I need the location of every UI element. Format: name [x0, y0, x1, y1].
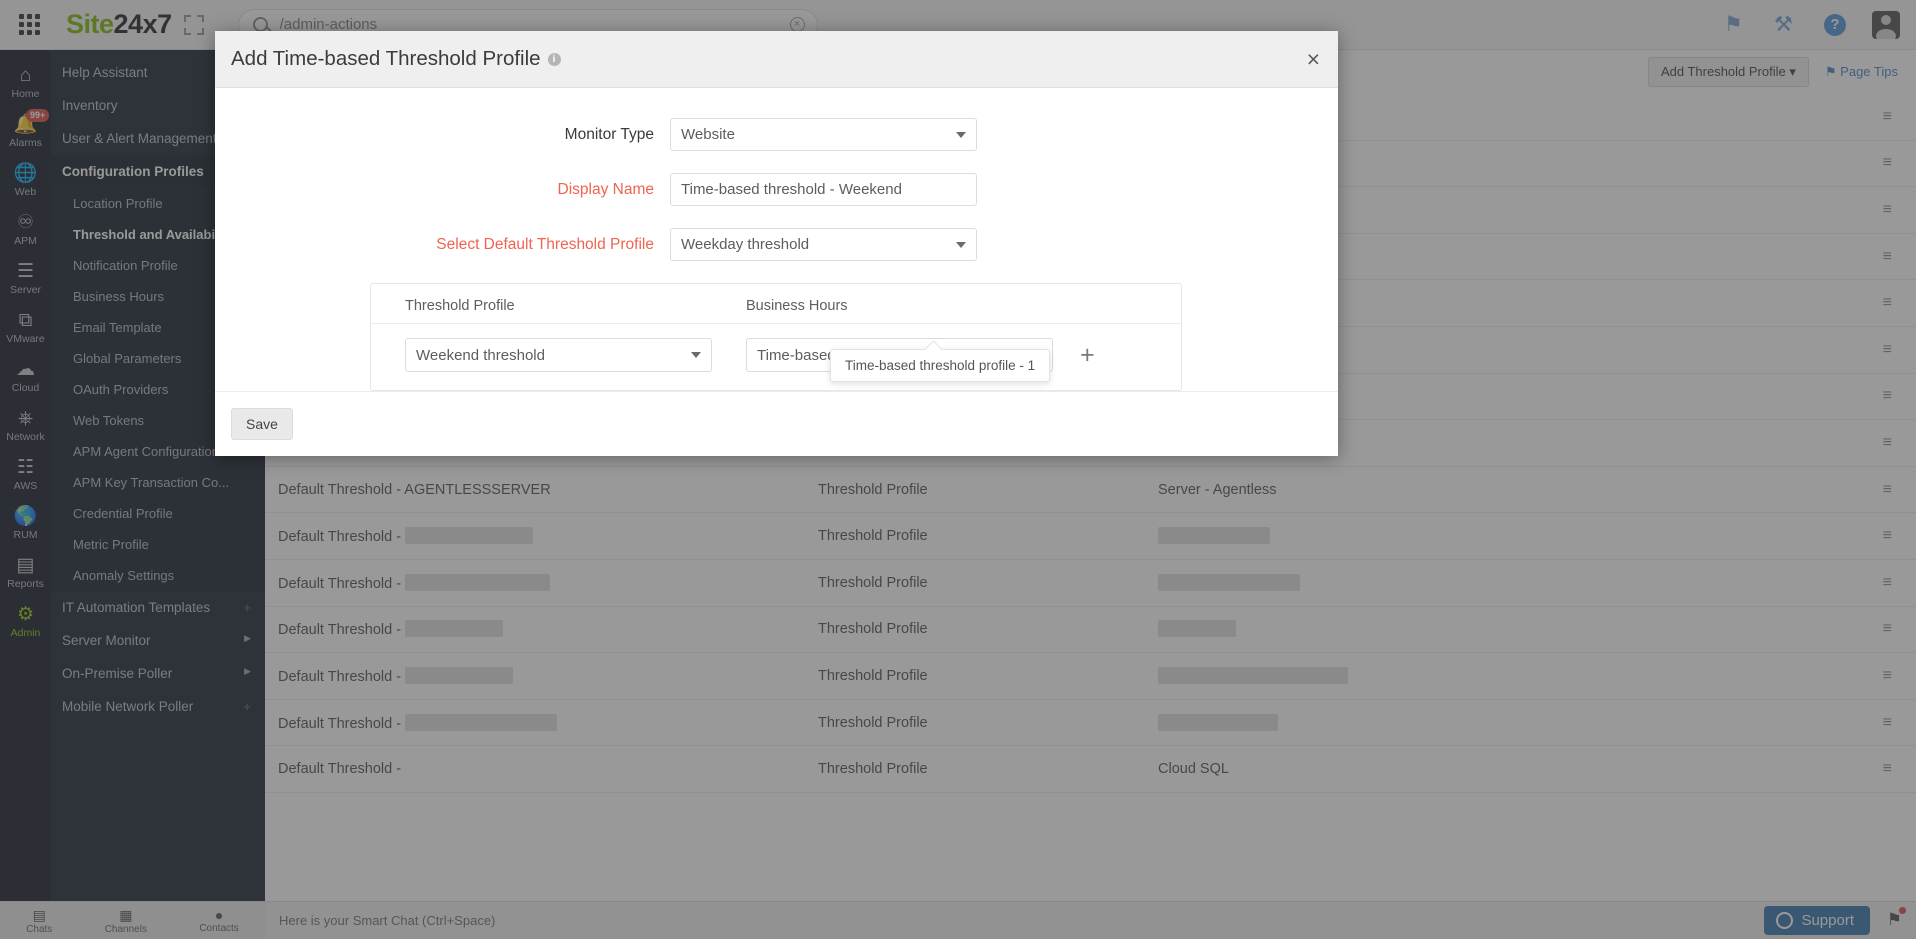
default-threshold-profile-label: Select Default Threshold Profile — [215, 236, 670, 254]
field-row-default-threshold-profile: Select Default Threshold Profile Weekday… — [215, 228, 1338, 261]
dialog-body: Monitor Type Website Display Name Time-b… — [215, 88, 1338, 391]
monitor-type-select[interactable]: Website — [670, 118, 977, 151]
panel-cell-threshold-profile: Weekend threshold — [371, 338, 746, 372]
default-threshold-profile-value: Weekday threshold — [681, 236, 809, 253]
info-icon[interactable]: i — [548, 53, 561, 66]
field-row-display-name: Display Name Time-based threshold - Week… — [215, 173, 1338, 206]
default-threshold-profile-control: Weekday threshold — [670, 228, 977, 261]
display-name-control: Time-based threshold - Weekend — [670, 173, 977, 206]
threshold-profile-select[interactable]: Weekend threshold — [405, 338, 712, 372]
column-header-threshold-profile: Threshold Profile — [371, 298, 746, 314]
save-button[interactable]: Save — [231, 408, 293, 440]
monitor-type-label: Monitor Type — [215, 126, 670, 144]
chevron-down-icon — [691, 352, 701, 358]
add-time-based-threshold-profile-dialog: Add Time-based Threshold Profile i × Mon… — [215, 31, 1338, 456]
display-name-input[interactable]: Time-based threshold - Weekend — [670, 173, 977, 206]
column-header-business-hours: Business Hours — [746, 298, 1076, 314]
dialog-title: Add Time-based Threshold Profile — [231, 47, 541, 71]
panel-column-headers: Threshold Profile Business Hours — [371, 298, 1181, 324]
default-threshold-profile-select[interactable]: Weekday threshold — [670, 228, 977, 261]
monitor-type-value: Website — [681, 126, 735, 143]
display-name-label: Display Name — [215, 181, 670, 199]
app-root: Site24x7 /admin-actions × ⚑ ⚒ ? ⌂ Home — [0, 0, 1916, 939]
chevron-down-icon — [956, 132, 966, 138]
field-row-monitor-type: Monitor Type Website — [215, 118, 1338, 151]
display-name-value: Time-based threshold - Weekend — [681, 181, 902, 198]
dialog-footer: Save — [215, 391, 1338, 456]
monitor-type-control: Website — [670, 118, 977, 151]
add-row-button[interactable]: + — [1080, 343, 1095, 368]
business-hours-tooltip: Time-based threshold profile - 1 — [830, 349, 1050, 382]
close-icon[interactable]: × — [1307, 48, 1320, 71]
threshold-profile-value: Weekend threshold — [416, 347, 545, 364]
threshold-business-hours-panel: Threshold Profile Business Hours Weekend… — [370, 283, 1182, 391]
dialog-header: Add Time-based Threshold Profile i × — [215, 31, 1338, 88]
panel-row: Weekend threshold Time-based threshold p… — [371, 324, 1181, 372]
chevron-down-icon — [956, 242, 966, 248]
